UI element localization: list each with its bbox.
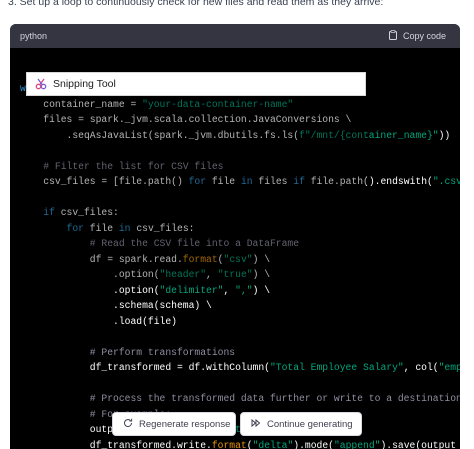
- code-line: # Process the transformed data further o…: [20, 393, 460, 405]
- regenerate-response-button[interactable]: Regenerate response: [112, 412, 236, 436]
- code-header: python Copy code: [10, 24, 460, 48]
- code-line: # Perform transformations: [20, 347, 235, 359]
- code-token: ).save(output: [380, 439, 457, 449]
- code-language-label: python: [20, 31, 48, 41]
- code-token: "Total Employee Salary": [269, 362, 404, 373]
- code-token: ".csv: [432, 176, 460, 187]
- fast-forward-icon: [241, 418, 267, 431]
- code-token: "delta": [252, 439, 294, 449]
- code-token: ) \: [252, 284, 271, 296]
- clipboard-icon: [388, 30, 398, 42]
- code-token: format: [211, 439, 247, 449]
- snipping-tool-titlebar[interactable]: Snipping Tool: [26, 72, 366, 96]
- code-token: "append": [333, 439, 381, 449]
- code-token: .option(: [20, 284, 160, 296]
- copy-code-button[interactable]: Copy code: [388, 30, 446, 42]
- snipping-tool-overlay: [26, 96, 366, 284]
- continue-generating-label: Continue generating: [267, 418, 353, 430]
- code-token: df_transformed = df.withColumn(: [20, 362, 270, 373]
- code-token: .schema(schema) \: [20, 300, 212, 311]
- regenerate-response-label: Regenerate response: [139, 418, 231, 430]
- code-line: df_transformed = df.withColumn("Total Em…: [20, 362, 460, 374]
- code-token: ",": [235, 284, 253, 296]
- code-line: .load(file): [20, 316, 177, 328]
- code-token: # Process the transformed data further o…: [20, 393, 460, 404]
- code-token: df_transformed.write.: [20, 439, 212, 449]
- scissors-icon: [35, 78, 47, 90]
- refresh-icon: [113, 418, 139, 431]
- code-token: )): [438, 129, 451, 141]
- code-line: .option("delimiter", ",") \: [20, 285, 270, 297]
- continue-generating-button[interactable]: Continue generating: [240, 412, 362, 436]
- code-token: ,: [223, 284, 236, 296]
- snipping-tool-title: Snipping Tool: [53, 78, 116, 90]
- code-line: df_transformed.write.format("delta").mod…: [20, 440, 456, 449]
- code-token: , col(: [403, 362, 439, 373]
- code-token: "delimiter": [159, 284, 224, 296]
- copy-code-label: Copy code: [402, 31, 446, 41]
- code-token: # Perform transformations: [20, 346, 236, 358]
- code-token: .load(file): [20, 315, 177, 327]
- code-line: .schema(schema) \: [20, 300, 212, 312]
- code-token: "emp: [438, 362, 460, 373]
- instruction-text: 3. Set up a loop to continuously check f…: [8, 0, 384, 8]
- code-token: ).mode(: [293, 439, 334, 449]
